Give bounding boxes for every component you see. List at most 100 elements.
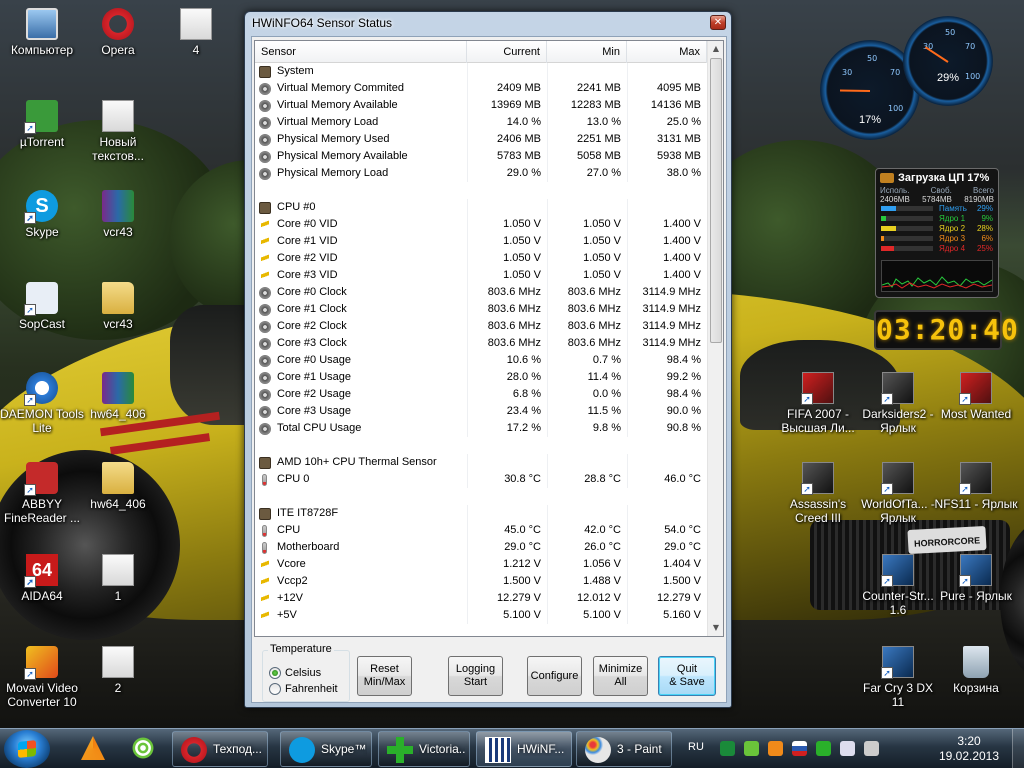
desktop-icon[interactable]: vcr43 (76, 190, 160, 239)
column-header-min[interactable]: Min (547, 41, 627, 63)
sensor-row[interactable]: CPU 45.0 °C 42.0 °C 54.0 °C (255, 522, 709, 539)
cpu-meter-bar-fill (881, 216, 886, 221)
sensor-row[interactable]: Core #0 VID 1.050 V 1.050 V 1.400 V (255, 216, 709, 233)
desktop-icon[interactable]: ➚ DAEMON Tools Lite (0, 372, 84, 435)
scrollbar-thumb[interactable] (710, 58, 722, 343)
system-clock[interactable]: 3:20 19.02.2013 (928, 734, 1010, 764)
sensor-row[interactable]: Core #1 VID 1.050 V 1.050 V 1.400 V (255, 233, 709, 250)
desktop-icon[interactable]: ➚ Counter-Str... 1.6 (856, 554, 940, 617)
desktop-icon[interactable]: ➚ SopCast (0, 282, 84, 331)
desktop-icon[interactable]: ➚ Movavi Video Converter 10 (0, 646, 84, 709)
desktop-icon-label: Pure - Ярлык (940, 589, 1012, 603)
start-button[interactable] (4, 730, 50, 768)
show-desktop-button[interactable] (1012, 729, 1024, 768)
vertical-scrollbar[interactable]: ▲ ▼ (707, 41, 723, 636)
flag-tray-icon[interactable] (792, 741, 807, 756)
sensor-row[interactable]: Physical Memory Load 29.0 % 27.0 % 38.0 % (255, 165, 709, 182)
quit-save-button[interactable]: Quit & Save (658, 656, 716, 696)
desktop-icon[interactable]: ➚ NFS11 - Ярлык (934, 462, 1018, 511)
desktop-icon[interactable]: Opera (76, 8, 160, 57)
desktop-icon[interactable]: 64 ➚ AIDA64 (0, 554, 84, 603)
desktop-icon[interactable]: Компьютер (0, 8, 84, 57)
column-header-sensor[interactable]: Sensor (255, 41, 467, 63)
desktop-icon-label: WorldOfTa... - Ярлык (861, 497, 935, 525)
sensor-row[interactable]: Core #3 VID 1.050 V 1.050 V 1.400 V (255, 267, 709, 284)
desktop-icon[interactable]: ➚ Darksiders2 - Ярлык (856, 372, 940, 435)
sensor-row[interactable]: +12V 12.279 V 12.012 V 12.279 V (255, 590, 709, 607)
sensor-row[interactable]: Core #2 Clock 803.6 MHz 803.6 MHz 3114.9 MH… (255, 318, 709, 335)
desktop-icon[interactable]: ➚ Pure - Ярлык (934, 554, 1018, 603)
desktop-icon[interactable]: hw64_406 (76, 372, 160, 421)
taskbar-item[interactable]: 3 - Paint (576, 731, 672, 767)
desktop-icon[interactable]: ➚ µTorrent (0, 100, 84, 149)
sensor-row[interactable]: Core #2 VID 1.050 V 1.050 V 1.400 V (255, 250, 709, 267)
shortcut-arrow-icon: ➚ (24, 576, 36, 588)
sensor-row[interactable]: Vccp2 1.500 V 1.488 V 1.500 V (255, 573, 709, 590)
desktop-icon[interactable]: vcr43 (76, 282, 160, 331)
shield-tray-icon[interactable] (744, 741, 759, 756)
sensor-row[interactable]: Physical Memory Used 2406 MB 2251 MB 3131 M… (255, 131, 709, 148)
taskbar-item[interactable]: HWiNF... (476, 731, 572, 767)
sensor-row[interactable]: Core #0 Usage 10.6 % 0.7 % 98.4 % (255, 352, 709, 369)
taskbar-item[interactable]: Victoria... (378, 731, 470, 767)
desktop-icon[interactable]: ➚ WorldOfTa... - Ярлык (856, 462, 940, 525)
volume-tray-icon[interactable] (864, 741, 879, 756)
sensor-row[interactable]: Physical Memory Available 5783 MB 5058 MB 5… (255, 148, 709, 165)
sensor-group-row[interactable]: System (255, 63, 709, 80)
logging-start-button[interactable]: Logging Start (448, 656, 503, 696)
sensor-row[interactable]: Virtual Memory Load 14.0 % 13.0 % 25.0 % (255, 114, 709, 131)
sensor-row[interactable]: CPU 0 30.8 °C 28.8 °C 46.0 °C (255, 471, 709, 488)
desktop-icon[interactable]: 1 (76, 554, 160, 603)
sensor-row[interactable]: Virtual Memory Commited 2409 MB 2241 MB 409… (255, 80, 709, 97)
minimize-all-button[interactable]: Minimize All (593, 656, 648, 696)
sensor-row[interactable]: Core #1 Clock 803.6 MHz 803.6 MHz 3114.9 MH… (255, 301, 709, 318)
sensor-row[interactable]: Core #1 Usage 28.0 % 11.4 % 99.2 % (255, 369, 709, 386)
close-button[interactable]: ✕ (710, 15, 726, 30)
desktop-icon[interactable]: hw64_406 (76, 462, 160, 511)
sensor-max: 14136 MB (650, 99, 701, 111)
keyboard-tray-icon[interactable] (816, 741, 831, 756)
desktop-icon[interactable]: ➚ Far Cry 3 DX 11 (856, 646, 940, 709)
desktop-icon[interactable]: ➚ Most Wanted (934, 372, 1018, 421)
taskbar-item[interactable]: Skype™... (280, 731, 372, 767)
column-header-max[interactable]: Max (627, 41, 707, 63)
scroll-up-arrow[interactable]: ▲ (708, 41, 723, 57)
sensor-min: 1.050 V (583, 218, 621, 230)
reset-min-max-button[interactable]: Reset Min/Max (357, 656, 412, 696)
sensor-row[interactable]: Vcore 1.212 V 1.056 V 1.404 V (255, 556, 709, 573)
column-header-current[interactable]: Current (467, 41, 547, 63)
sensor-row[interactable]: Core #2 Usage 6.8 % 0.0 % 98.4 % (255, 386, 709, 403)
fahrenheit-radio[interactable]: Fahrenheit (269, 682, 338, 696)
sensor-row[interactable]: Core #3 Clock 803.6 MHz 803.6 MHz 3114.9 MH… (255, 335, 709, 352)
desktop-icon[interactable]: S ➚ Skype (0, 190, 84, 239)
desktop-icon[interactable]: ➚ ABBYY FineReader ... (0, 462, 84, 525)
language-indicator[interactable]: RU (688, 741, 704, 753)
orange-tray-icon[interactable] (768, 741, 783, 756)
network-tray-icon[interactable] (840, 741, 855, 756)
computer-icon (26, 8, 58, 40)
sensor-row[interactable]: Core #3 Usage 23.4 % 11.5 % 90.0 % (255, 403, 709, 420)
desktop-icon[interactable]: 2 (76, 646, 160, 695)
sensor-row[interactable]: +5V 5.100 V 5.100 V 5.160 V (255, 607, 709, 624)
sensor-group-row[interactable]: AMD 10h+ CPU Thermal Sensor (255, 454, 709, 471)
pinned-vlc[interactable] (70, 731, 114, 767)
desktop-icon[interactable]: Новый текстов... (76, 100, 160, 163)
configure-button[interactable]: Configure (527, 656, 582, 696)
taskbar-item[interactable]: Техпод... (172, 731, 268, 767)
desktop-icon[interactable]: ➚ Assassin's Creed III (776, 462, 860, 525)
sensor-row[interactable]: Total CPU Usage 17.2 % 9.8 % 90.8 % (255, 420, 709, 437)
desktop-icon[interactable]: 4 (154, 8, 238, 57)
desktop-icon[interactable]: ➚ FIFA 2007 - Высшая Ли... (776, 372, 860, 435)
sensor-group-row[interactable]: ITE IT8728F (255, 505, 709, 522)
desktop-icon[interactable]: Корзина (934, 646, 1018, 695)
sensor-group-row[interactable]: CPU #0 (255, 199, 709, 216)
sensor-name: Virtual Memory Commited (277, 82, 404, 94)
window-titlebar[interactable]: HWiNFO64 Sensor Status ✕ (245, 12, 731, 34)
pinned-wifi-manager[interactable] (120, 731, 164, 767)
sensor-row[interactable]: Core #0 Clock 803.6 MHz 803.6 MHz 3114.9 MH… (255, 284, 709, 301)
scroll-down-arrow[interactable]: ▼ (708, 620, 723, 636)
sensor-row[interactable]: Motherboard 29.0 °C 26.0 °C 29.0 °C (255, 539, 709, 556)
sensor-row[interactable]: Virtual Memory Available 13969 MB 12283 MB… (255, 97, 709, 114)
celsius-radio[interactable]: Celsius (269, 666, 321, 680)
utorrent-tray-icon[interactable] (720, 741, 735, 756)
